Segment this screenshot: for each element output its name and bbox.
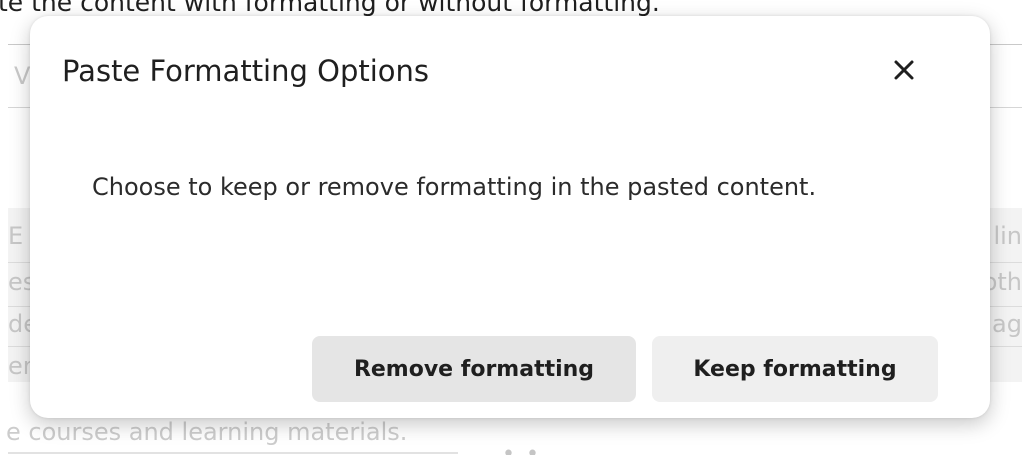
close-icon: [894, 60, 914, 80]
close-button[interactable]: [886, 52, 922, 88]
background-bottom-divider: [8, 452, 458, 454]
background-instruction-text: te the content with formatting or withou…: [0, 0, 660, 17]
background-field-text: V: [14, 62, 31, 90]
background-dots: • •: [502, 442, 541, 455]
background-text-fragment: ag: [992, 310, 1022, 338]
keep-formatting-button[interactable]: Keep formatting: [652, 336, 938, 402]
dialog-title: Paste Formatting Options: [62, 54, 430, 88]
background-bottom-text: e courses and learning materials.: [6, 418, 408, 446]
remove-formatting-button[interactable]: Remove formatting: [312, 336, 636, 402]
background-text-fragment: lin: [993, 222, 1022, 250]
paste-formatting-dialog: Paste Formatting Options Choose to keep …: [30, 16, 990, 418]
page: te the content with formatting or withou…: [0, 0, 1022, 455]
dialog-message: Choose to keep or remove formatting in t…: [92, 173, 817, 201]
background-text-fragment: E: [8, 222, 24, 250]
